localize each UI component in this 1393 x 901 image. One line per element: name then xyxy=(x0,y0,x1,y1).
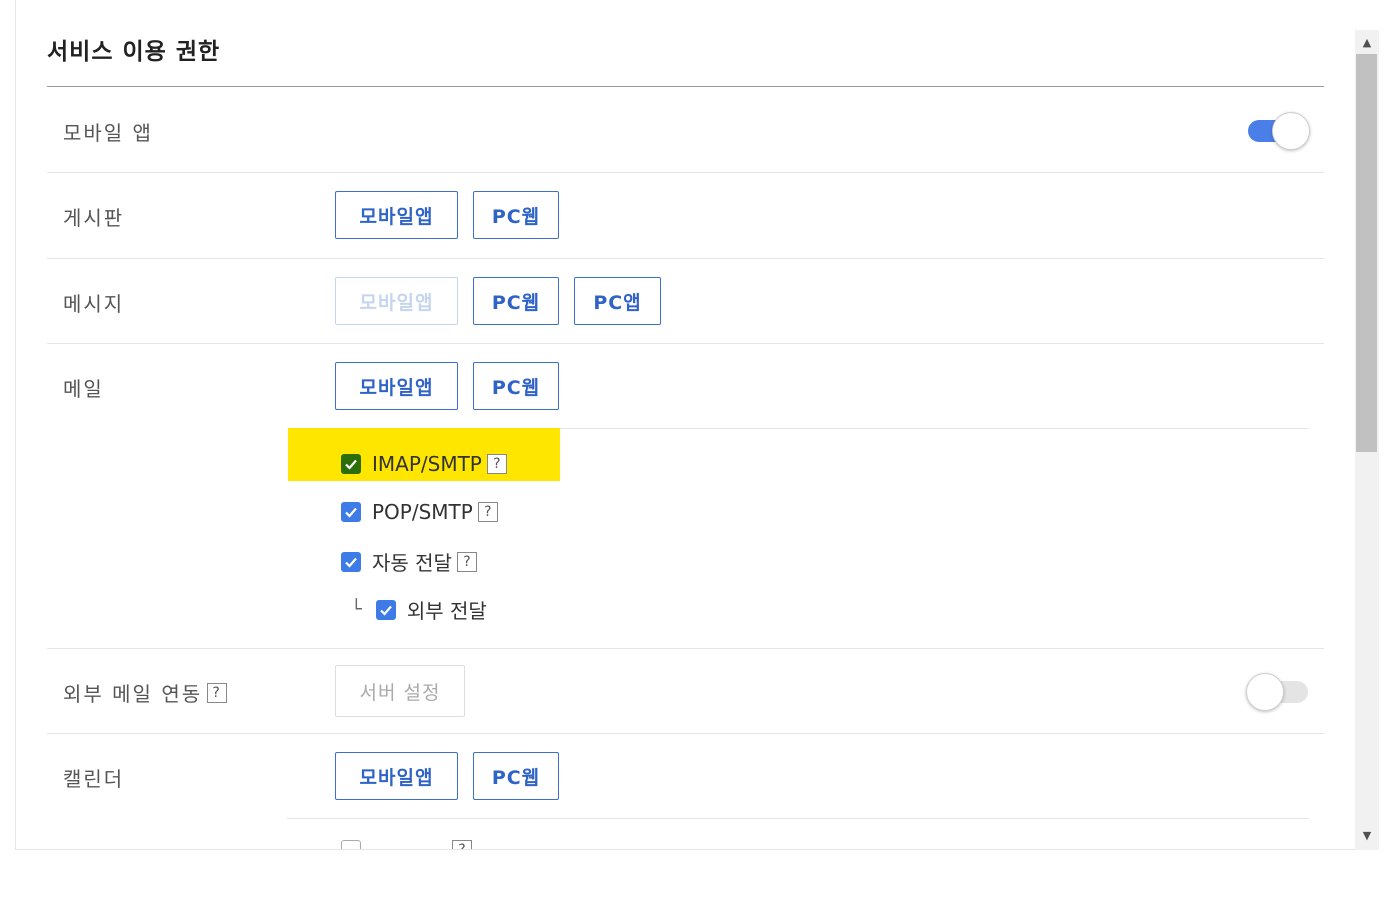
messenger-pc-web-button[interactable]: PC웹 xyxy=(473,277,559,325)
option-label: POP/SMTP xyxy=(372,500,473,524)
help-icon[interactable]: ? xyxy=(486,454,507,474)
row-label-mobile-app: 모바일 앱 xyxy=(63,121,153,145)
title-divider xyxy=(47,86,1324,87)
page-title: 서비스 이용 권한 xyxy=(47,39,221,65)
row-label-external-mail: 외부 메일 연동 ? xyxy=(63,678,228,707)
option-external-forward[interactable]: └ 외부 전달 xyxy=(351,595,487,624)
service-permissions-panel: 서비스 이용 권한 모바일 앱 게시판 모바일앱 PC웹 메시지 모바일앱 PC… xyxy=(15,0,1355,850)
check-icon[interactable] xyxy=(375,599,396,620)
option-label: IMAP/SMTP xyxy=(372,452,482,476)
help-icon[interactable]: ? xyxy=(477,502,498,522)
board-pc-web-button[interactable]: PC웹 xyxy=(473,191,559,239)
row-label-calendar: 캘린더 xyxy=(63,767,125,791)
row-divider xyxy=(47,172,1324,173)
checkbox-empty-icon[interactable] xyxy=(341,840,361,849)
calendar-option-partial[interactable]: ? xyxy=(341,840,472,849)
option-imap-smtp[interactable]: IMAP/SMTP ? xyxy=(341,452,507,476)
option-pop-smtp[interactable]: POP/SMTP ? xyxy=(341,500,498,524)
help-icon[interactable]: ? xyxy=(452,840,472,849)
row-label-mail: 메일 xyxy=(63,377,104,401)
calendar-pc-web-button[interactable]: PC웹 xyxy=(473,752,559,800)
mail-pc-web-button[interactable]: PC웹 xyxy=(473,362,559,410)
server-settings-button[interactable]: 서버 설정 xyxy=(335,665,465,717)
check-icon[interactable] xyxy=(341,454,361,474)
row-divider xyxy=(47,258,1324,259)
sub-divider xyxy=(287,818,1309,819)
row-divider xyxy=(47,343,1324,344)
row-divider xyxy=(47,648,1324,649)
external-mail-label: 외부 메일 연동 xyxy=(63,682,203,706)
row-label-board: 게시판 xyxy=(63,206,125,230)
row-divider xyxy=(47,733,1324,734)
check-icon[interactable] xyxy=(341,551,361,572)
messenger-pc-app-button[interactable]: PC앱 xyxy=(574,277,661,325)
help-icon[interactable]: ? xyxy=(456,551,477,572)
tree-branch-icon: └ xyxy=(351,599,362,620)
option-label: 자동 전달 xyxy=(372,551,452,575)
scroll-down-arrow-icon[interactable]: ▼ xyxy=(1355,824,1379,846)
scroll-up-arrow-icon[interactable]: ▲ xyxy=(1355,31,1379,53)
external-mail-toggle[interactable] xyxy=(1246,672,1310,711)
mail-mobile-app-button[interactable]: 모바일앱 xyxy=(335,362,458,410)
help-icon[interactable]: ? xyxy=(207,682,228,703)
messenger-mobile-app-button[interactable]: 모바일앱 xyxy=(335,277,458,325)
check-icon[interactable] xyxy=(341,502,361,522)
mobile-app-toggle[interactable] xyxy=(1248,111,1310,150)
option-auto-forward[interactable]: 자동 전달 ? xyxy=(341,547,477,576)
calendar-mobile-app-button[interactable]: 모바일앱 xyxy=(335,752,458,800)
page-bottom-area xyxy=(0,850,1393,901)
board-mobile-app-button[interactable]: 모바일앱 xyxy=(335,191,458,239)
row-label-messenger: 메시지 xyxy=(63,292,125,316)
option-label: 외부 전달 xyxy=(406,599,487,623)
scrollbar-thumb[interactable] xyxy=(1356,54,1377,452)
